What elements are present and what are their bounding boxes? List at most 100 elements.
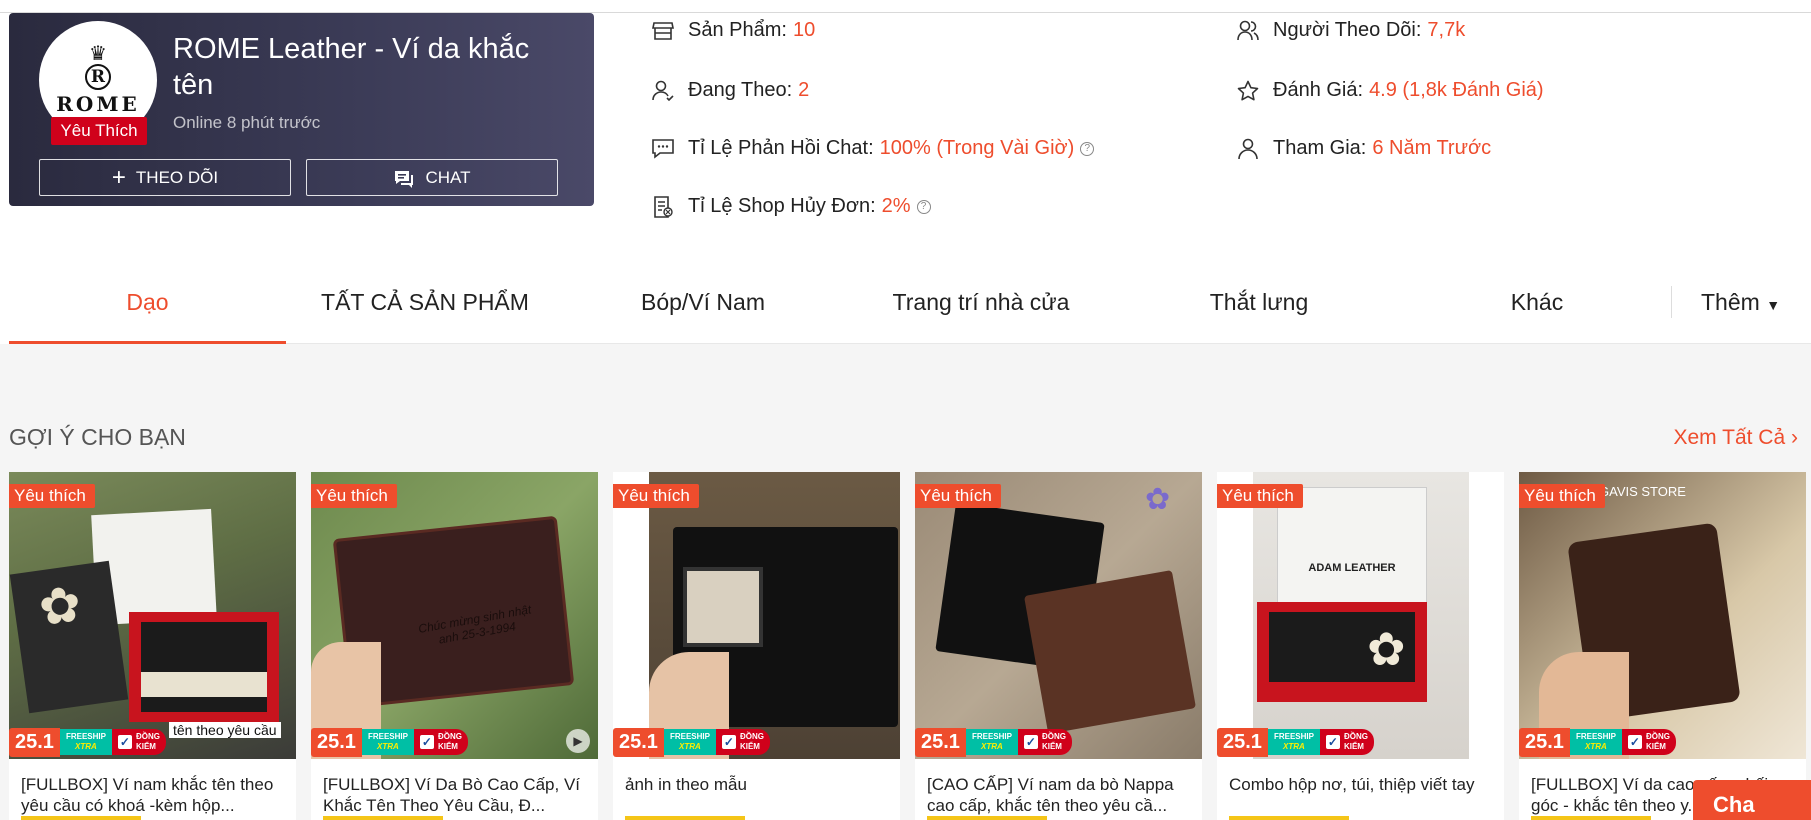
stat-cancel-rate: Tỉ Lệ Shop Hủy Đơn: 2% ?: [652, 195, 931, 218]
dong-kiem-tag: ✓ ĐỒNG KIỂM: [413, 729, 468, 755]
recommendation-section: GỢI Ý CHO BẠN Xem Tất Cả › ✿ tên theo yê…: [0, 344, 1811, 820]
logo-letter: R: [85, 64, 111, 90]
tab-more[interactable]: Thêm ▼: [1701, 272, 1780, 335]
stat-label: Đang Theo:: [688, 79, 793, 101]
product-title[interactable]: [CAO CẤP] Ví nam da bò Nappa cao cấp, kh…: [927, 774, 1192, 816]
check-icon: ✓: [419, 735, 434, 749]
image-caption: GAVIS STORE: [1599, 484, 1686, 499]
promo-date: 25.1: [311, 727, 362, 757]
promo-date: 25.1: [613, 727, 664, 757]
help-icon[interactable]: ?: [1080, 141, 1095, 156]
image-caption: tên theo yêu cầu: [169, 722, 281, 738]
tab-home-decor[interactable]: Trang trí nhà cửa: [842, 272, 1120, 344]
stat-value: 100% (Trong Vài Giờ): [879, 137, 1075, 159]
dong-kiem-tag: ✓ ĐỒNG KIỂM: [1017, 729, 1072, 755]
help-icon[interactable]: ?: [916, 199, 931, 214]
stat-rating: Đánh Giá: 4.9 (1,8k Đánh Giá): [1237, 79, 1544, 102]
dong-kiem-tag: ✓ ĐỒNG KIỂM: [715, 729, 770, 755]
promo-strip: 25.1 FREESHIP XTRA ✓ ĐỒNG KIỂM: [915, 725, 1072, 759]
freeship-tag: FREESHIP XTRA: [965, 729, 1018, 755]
product-card[interactable]: GAVIS STORE Yêu thích 25.1 FREESHIP XTRA …: [1519, 472, 1806, 820]
product-image[interactable]: ✿: [915, 472, 1202, 759]
play-icon[interactable]: ▶: [566, 729, 590, 753]
product-card[interactable]: Chúc mừng sinh nhật anh 25-3-1994 Yêu th…: [311, 472, 598, 820]
tab-divider: [1671, 286, 1672, 318]
promo-date: 25.1: [915, 727, 966, 757]
chat-button[interactable]: CHAT: [306, 159, 558, 196]
shop-logo: ♛ R ROME: [56, 44, 139, 116]
follow-label: THEO DÕI: [135, 167, 219, 187]
bow-icon: ✿: [1367, 623, 1406, 675]
shop-tabs: Dạo TẤT CẢ SẢN PHẨM Bóp/Ví Nam Trang trí…: [9, 272, 1811, 345]
tab-dao[interactable]: Dạo: [9, 272, 286, 345]
product-image[interactable]: [613, 472, 900, 759]
chevron-right-icon: ›: [1791, 426, 1798, 449]
chat-label: CHAT: [425, 167, 471, 187]
see-all-label: Xem Tất Cả: [1673, 426, 1786, 449]
tab-wallets-men[interactable]: Bóp/Ví Nam: [564, 272, 842, 344]
product-card[interactable]: ✿ tên theo yêu cầu Yêu thích 25.1 FREESH…: [9, 472, 296, 820]
stat-chat-response: Tỉ Lệ Phản Hồi Chat: 100% (Trong Vài Giờ…: [652, 137, 1095, 160]
dong-kiem-tag: ✓ ĐỒNG KIỂM: [1621, 729, 1676, 755]
stat-value: 6 Năm Trước: [1372, 137, 1492, 159]
shop-name: ROME Leather - Ví da khắc tên: [173, 33, 530, 101]
tab-all-products[interactable]: TẤT CẢ SẢN PHẨM: [286, 272, 564, 344]
product-meta-stub: [1229, 816, 1349, 820]
product-image[interactable]: Chúc mừng sinh nhật anh 25-3-1994: [311, 472, 598, 759]
chat-float-label: Cha: [1713, 792, 1755, 817]
stat-label: Người Theo Dõi:: [1273, 19, 1422, 41]
stat-label: Đánh Giá:: [1273, 79, 1364, 101]
tab-other[interactable]: Khác: [1398, 272, 1676, 344]
product-title[interactable]: [FULLBOX] Ví nam khắc tên theo yêu cầu c…: [21, 774, 286, 816]
product-meta-stub: [625, 816, 745, 820]
tab-belts[interactable]: Thắt lưng: [1120, 272, 1398, 344]
favorite-badge: Yêu thích: [1217, 484, 1303, 508]
promo-strip: 25.1 FREESHIP XTRA ✓ ĐỒNG KIỂM: [311, 725, 468, 759]
product-title[interactable]: Combo hộp nơ, túi, thiệp viết tay: [1229, 774, 1494, 795]
product-meta-stub: [927, 816, 1047, 820]
logo-text: ROME: [56, 92, 140, 116]
stat-value: 2%: [881, 195, 911, 217]
user-check-icon: [652, 80, 674, 102]
favorite-badge: Yêu thích: [9, 484, 95, 508]
stat-followers: Người Theo Dõi: 7,7k: [1237, 19, 1465, 42]
store-icon: [652, 20, 674, 42]
promo-strip: 25.1 FREESHIP XTRA ✓ ĐỒNG KIỂM: [613, 725, 770, 759]
online-status: Online 8 phút trước: [173, 113, 321, 132]
stat-label: Tỉ Lệ Shop Hủy Đơn:: [688, 195, 876, 217]
shop-header-card: ♛ R ROME Yêu Thích ROME Leather - Ví da …: [9, 13, 594, 206]
followers-icon: [1237, 20, 1259, 42]
chat-bubble-icon: [393, 169, 415, 188]
promo-strip: 25.1 FREESHIP XTRA ✓ ĐỒNG KIỂM: [1217, 725, 1374, 759]
product-card[interactable]: Yêu thích 25.1 FREESHIP XTRA ✓ ĐỒNG KIỂM ản…: [613, 472, 900, 820]
stat-joined: Tham Gia: 6 Năm Trước: [1237, 137, 1491, 160]
stat-value: 7,7k: [1427, 19, 1466, 41]
tab-more-label: Thêm: [1701, 289, 1760, 315]
floating-chat-button[interactable]: Cha: [1693, 780, 1811, 820]
favorite-badge: Yêu thích: [1519, 484, 1605, 508]
dong-kiem-tag: ✓ ĐỒNG KIỂM: [1319, 729, 1374, 755]
product-meta-stub: [1531, 816, 1651, 820]
stat-following: Đang Theo: 2: [652, 79, 809, 102]
check-icon: ✓: [1627, 735, 1642, 749]
product-title[interactable]: [FULLBOX] Ví Da Bò Cao Cấp, Ví Khắc Tên …: [323, 774, 588, 816]
see-all-link[interactable]: Xem Tất Cả ›: [1674, 426, 1799, 450]
crown-icon: ♛: [89, 43, 107, 65]
product-image[interactable]: GAVIS STORE: [1519, 472, 1806, 759]
stat-label: Tham Gia:: [1273, 137, 1367, 159]
stat-products: Sản Phẩm: 10: [652, 19, 815, 42]
image-caption: ADAM LEATHER: [1308, 562, 1396, 574]
product-image[interactable]: ADAM LEATHER ✿: [1217, 472, 1504, 759]
follow-button[interactable]: + THEO DÕI: [39, 159, 291, 196]
product-card[interactable]: ✿ Yêu thích 25.1 FREESHIP XTRA ✓ ĐỒNG KIỂM …: [915, 472, 1202, 820]
product-card[interactable]: ADAM LEATHER ✿ Yêu thích 25.1 FREESHIP XT…: [1217, 472, 1504, 820]
dong-kiem-tag: ✓ ĐỒNG KIỂM: [111, 729, 166, 755]
product-title[interactable]: ảnh in theo mẫu: [625, 774, 890, 795]
promo-strip: 25.1 FREESHIP XTRA ✓ ĐỒNG KIỂM: [1519, 725, 1676, 759]
promo-strip: 25.1 FREESHIP XTRA ✓ ĐỒNG KIỂM: [9, 725, 166, 759]
favorite-badge: Yêu Thích: [51, 117, 147, 145]
product-image[interactable]: ✿ tên theo yêu cầu: [9, 472, 296, 759]
user-join-icon: [1237, 138, 1259, 160]
freeship-tag: FREESHIP XTRA: [361, 729, 414, 755]
stat-label: Tỉ Lệ Phản Hồi Chat:: [688, 137, 874, 159]
